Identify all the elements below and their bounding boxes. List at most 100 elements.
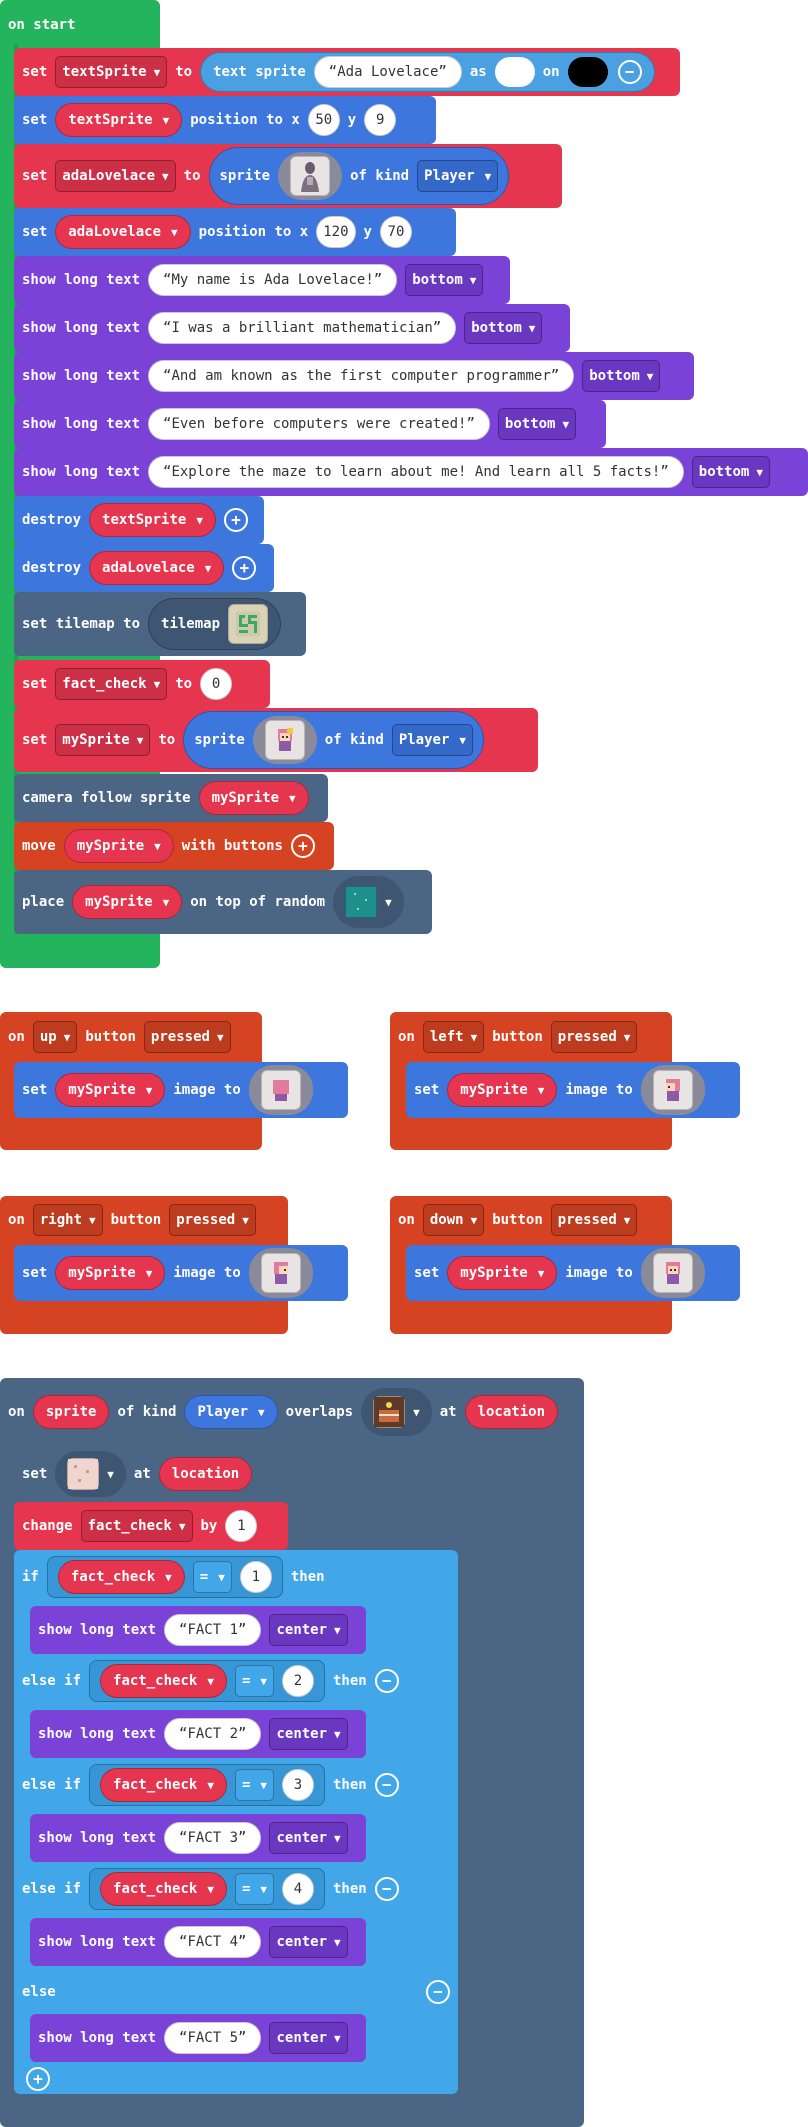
show-long-text-block[interactable]: show long text “FACT 5” center ▼: [30, 2014, 366, 2062]
position-dropdown[interactable]: center ▼: [269, 1614, 348, 1646]
show-long-text-block[interactable]: show long text “My name is Ada Lovelace!…: [14, 256, 510, 304]
button-dropdown[interactable]: right ▼: [32, 1204, 103, 1236]
variable-reporter[interactable]: mySprite ▼: [447, 1256, 558, 1290]
x-input[interactable]: 120: [316, 216, 356, 248]
operator-dropdown[interactable]: = ▼: [234, 1769, 274, 1801]
show-long-text-block[interactable]: show long text “FACT 3” center ▼: [30, 1814, 366, 1862]
set-mysprite-block[interactable]: set mySprite ▼ to sprite of kind Player ▼: [14, 708, 538, 772]
remove-icon[interactable]: −: [426, 1980, 450, 2004]
variable-reporter[interactable]: mySprite ▼: [447, 1073, 558, 1107]
set-adalovelace-block[interactable]: set adaLovelace ▼ to sprite of kind Playe…: [14, 144, 562, 208]
set-tile-at-location-block[interactable]: set ▼ at location: [14, 1446, 274, 1502]
variable-reporter[interactable]: mySprite ▼: [55, 1073, 166, 1107]
event-dropdown[interactable]: pressed ▼: [550, 1021, 638, 1053]
operator-dropdown[interactable]: = ▼: [234, 1665, 274, 1697]
place-on-random-block[interactable]: place mySprite ▼ on top of random ▼: [14, 870, 432, 934]
image-picker[interactable]: [248, 1248, 313, 1298]
position-dropdown[interactable]: center ▼: [269, 1718, 348, 1750]
show-long-text-block[interactable]: show long text “FACT 1” center ▼: [30, 1606, 366, 1654]
text-input[interactable]: “FACT 5”: [164, 2022, 262, 2054]
text-input[interactable]: “FACT 1”: [164, 1614, 262, 1646]
text-input[interactable]: “And am known as the first computer prog…: [148, 360, 575, 392]
kind-dropdown[interactable]: Player ▼: [184, 1395, 278, 1429]
tile-picker[interactable]: ▼: [333, 876, 404, 928]
value-input[interactable]: 0: [200, 668, 233, 700]
image-picker[interactable]: [640, 1248, 705, 1298]
text-input[interactable]: “I was a brilliant mathematician”: [148, 312, 457, 344]
event-dropdown[interactable]: pressed ▼: [143, 1021, 231, 1053]
set-image-block[interactable]: set mySprite ▼ image to: [406, 1245, 740, 1301]
sprite-reporter[interactable]: sprite of kind Player ▼: [208, 147, 510, 205]
show-long-text-block[interactable]: show long text “FACT 4” center ▼: [30, 1918, 366, 1966]
set-fact-check-block[interactable]: set fact_check ▼ to 0: [14, 660, 270, 708]
sprite-image-picker[interactable]: [278, 152, 343, 200]
variable-reporter[interactable]: fact_check ▼: [100, 1768, 227, 1802]
image-picker[interactable]: [640, 1065, 705, 1115]
compare-value-input[interactable]: 3: [282, 1769, 314, 1801]
operator-dropdown[interactable]: = ▼: [234, 1873, 274, 1905]
position-dropdown[interactable]: bottom ▼: [582, 360, 661, 392]
remove-icon[interactable]: −: [617, 60, 642, 84]
move-with-buttons-block[interactable]: move mySprite ▼ with buttons +: [14, 822, 334, 870]
text-input[interactable]: “Explore the maze to learn about me! And…: [148, 456, 684, 488]
compare-value-input[interactable]: 2: [282, 1665, 314, 1697]
text-input[interactable]: “FACT 2”: [164, 1718, 262, 1750]
comparison-reporter[interactable]: fact_check ▼ = ▼ 2: [89, 1660, 325, 1702]
variable-reporter[interactable]: mySprite ▼: [55, 1256, 166, 1290]
position-dropdown[interactable]: bottom ▼: [464, 312, 543, 344]
position-dropdown[interactable]: center ▼: [269, 1926, 348, 1958]
remove-icon[interactable]: −: [374, 1773, 399, 1797]
change-fact-check-block[interactable]: change fact_check ▼ by 1: [14, 1502, 288, 1550]
set-position-adalovelace-block[interactable]: set adaLovelace ▼ position to x 120 y 70: [14, 208, 456, 256]
variable-dropdown[interactable]: textSprite ▼: [55, 56, 168, 88]
variable-dropdown[interactable]: fact_check ▼: [80, 1510, 193, 1542]
kind-dropdown[interactable]: Player ▼: [391, 724, 474, 756]
y-input[interactable]: 9: [364, 104, 397, 136]
destroy-adalovelace-block[interactable]: destroy adaLovelace ▼ +: [14, 544, 274, 592]
x-input[interactable]: 50: [307, 104, 340, 136]
kind-dropdown[interactable]: Player ▼: [417, 160, 499, 192]
sprite-image-picker[interactable]: [252, 716, 317, 764]
position-dropdown[interactable]: center ▼: [269, 1822, 348, 1854]
bg-color-swatch[interactable]: [567, 57, 608, 87]
tile-picker[interactable]: ▼: [361, 1388, 432, 1436]
variable-reporter[interactable]: mySprite ▼: [63, 829, 174, 863]
comparison-reporter[interactable]: fact_check ▼ = ▼ 1: [46, 1556, 283, 1598]
set-position-textsprite-block[interactable]: set textSprite ▼ position to x 50 y 9: [14, 96, 436, 144]
text-sprite-reporter[interactable]: text sprite “Ada Lovelace” as on −: [200, 52, 655, 92]
show-long-text-block[interactable]: show long text “FACT 2” center ▼: [30, 1710, 366, 1758]
add-icon[interactable]: +: [290, 834, 315, 858]
variable-reporter[interactable]: adaLovelace ▼: [89, 551, 225, 585]
position-dropdown[interactable]: bottom ▼: [497, 408, 577, 440]
operator-dropdown[interactable]: = ▼: [192, 1561, 232, 1593]
add-icon[interactable]: +: [223, 508, 248, 532]
variable-reporter[interactable]: mySprite ▼: [72, 885, 183, 919]
set-image-block[interactable]: set mySprite ▼ image to: [406, 1062, 740, 1118]
value-input[interactable]: 1: [225, 1510, 258, 1542]
text-input[interactable]: “My name is Ada Lovelace!”: [148, 264, 398, 296]
position-dropdown[interactable]: bottom ▼: [691, 456, 770, 488]
tile-picker[interactable]: ▼: [55, 1451, 126, 1497]
set-textsprite-block[interactable]: set textSprite ▼ to text sprite “Ada Love…: [14, 48, 680, 96]
variable-reporter[interactable]: textSprite ▼: [89, 503, 216, 537]
text-input[interactable]: “Even before computers were created!”: [148, 408, 490, 440]
set-image-block[interactable]: set mySprite ▼ image to: [14, 1245, 348, 1301]
comparison-reporter[interactable]: fact_check ▼ = ▼ 3: [89, 1764, 325, 1806]
remove-icon[interactable]: −: [374, 1669, 399, 1693]
button-dropdown[interactable]: down ▼: [422, 1204, 485, 1236]
y-input[interactable]: 70: [379, 216, 412, 248]
location-reporter[interactable]: location: [464, 1395, 559, 1429]
text-input[interactable]: “FACT 4”: [164, 1926, 262, 1958]
fg-color-swatch[interactable]: [494, 57, 535, 87]
position-dropdown[interactable]: bottom ▼: [405, 264, 484, 296]
button-dropdown[interactable]: up ▼: [32, 1021, 78, 1053]
text-input[interactable]: “Ada Lovelace”: [313, 56, 462, 88]
variable-reporter[interactable]: mySprite ▼: [198, 781, 309, 815]
image-picker[interactable]: [248, 1065, 313, 1115]
show-long-text-block[interactable]: show long text “And am known as the firs…: [14, 352, 694, 400]
sprite-reporter[interactable]: sprite of kind Player ▼: [183, 711, 485, 769]
variable-reporter[interactable]: fact_check ▼: [100, 1664, 227, 1698]
set-image-block[interactable]: set mySprite ▼ image to: [14, 1062, 348, 1118]
variable-dropdown[interactable]: mySprite ▼: [55, 724, 151, 756]
destroy-textsprite-block[interactable]: destroy textSprite ▼ +: [14, 496, 264, 544]
